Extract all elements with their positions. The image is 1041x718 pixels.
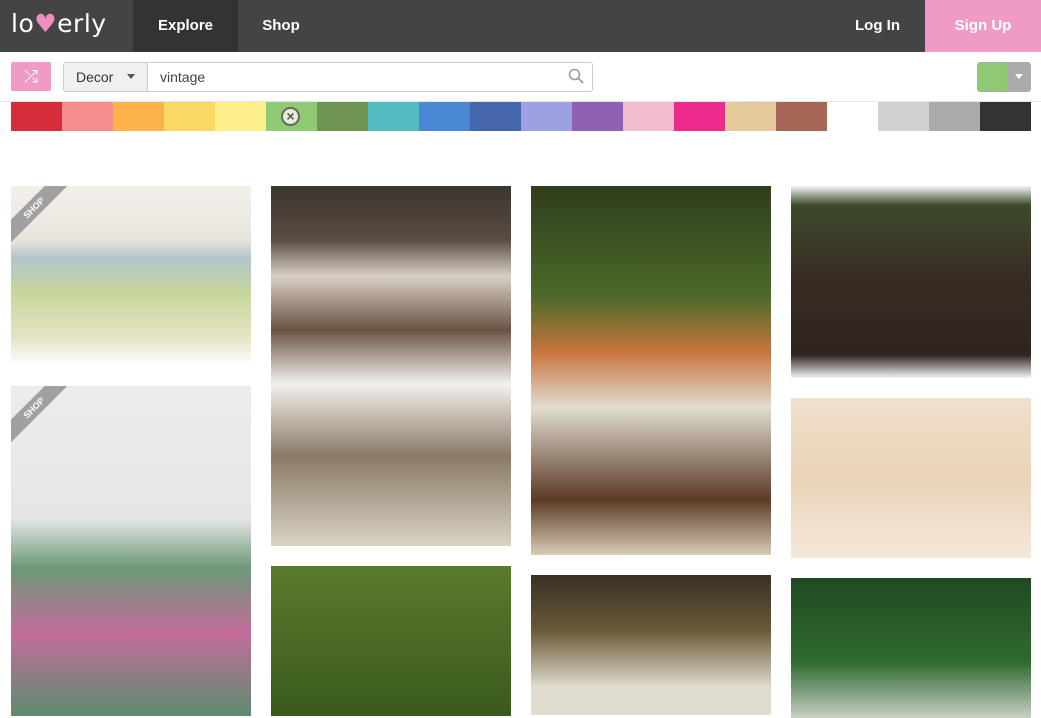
caret-down-icon <box>127 74 135 83</box>
color-swatch[interactable] <box>674 102 725 131</box>
heart-icon: ♥ <box>34 9 58 38</box>
image-tile[interactable] <box>791 578 1031 718</box>
login-link[interactable]: Log In <box>830 0 925 52</box>
color-swatch[interactable] <box>725 102 776 131</box>
color-filter-dropdown[interactable] <box>977 62 1031 92</box>
search-icon[interactable] <box>568 68 584 84</box>
color-swatch[interactable]: × <box>266 102 317 131</box>
nav-shop[interactable]: Shop <box>238 0 324 52</box>
shuffle-button[interactable]: ⤮ <box>11 62 51 91</box>
color-swatch[interactable] <box>62 102 113 131</box>
image-tile[interactable] <box>791 186 1031 378</box>
top-navbar: lo♥erly Explore Shop Log In Sign Up <box>0 0 1041 52</box>
color-swatches: × <box>11 102 1031 131</box>
search-box: Decor vintage <box>63 62 593 92</box>
color-swatch[interactable] <box>623 102 674 131</box>
color-swatch[interactable] <box>929 102 980 131</box>
color-swatch[interactable] <box>521 102 572 131</box>
image-tile[interactable] <box>531 186 771 555</box>
image-tile[interactable] <box>271 186 511 546</box>
dropdown-toggle[interactable] <box>1007 63 1030 91</box>
color-swatch[interactable] <box>572 102 623 131</box>
color-swatch[interactable] <box>776 102 827 131</box>
color-swatch[interactable] <box>113 102 164 131</box>
lovely-logo[interactable]: lo♥erly <box>11 9 107 38</box>
category-label: Decor <box>76 69 114 85</box>
color-swatch[interactable] <box>164 102 215 131</box>
image-tile[interactable]: SHOP <box>11 186 251 366</box>
image-tile[interactable] <box>271 566 511 716</box>
shop-badge: SHOP <box>11 186 72 246</box>
logo-text-end: erly <box>57 9 107 38</box>
color-swatch[interactable] <box>470 102 521 131</box>
color-swatch[interactable] <box>368 102 419 131</box>
image-tile[interactable]: SHOP <box>11 386 251 716</box>
nav-explore[interactable]: Explore <box>133 0 238 52</box>
color-swatch[interactable] <box>317 102 368 131</box>
category-dropdown[interactable]: Decor <box>64 63 148 91</box>
color-swatch[interactable] <box>878 102 929 131</box>
color-swatch[interactable] <box>980 102 1031 131</box>
selected-color-swatch <box>978 63 1007 91</box>
logo-text: lo <box>11 9 35 38</box>
image-tile[interactable] <box>531 575 771 715</box>
color-swatch[interactable] <box>419 102 470 131</box>
signup-button[interactable]: Sign Up <box>925 0 1041 52</box>
color-swatch[interactable] <box>827 102 878 131</box>
color-swatch[interactable] <box>11 102 62 131</box>
search-input[interactable]: vintage <box>160 63 205 91</box>
shuffle-icon: ⤮ <box>24 67 38 86</box>
image-tile[interactable] <box>791 398 1031 558</box>
clear-color-icon[interactable]: × <box>281 107 300 126</box>
caret-down-icon <box>1015 74 1023 83</box>
color-swatch[interactable] <box>215 102 266 131</box>
shop-badge: SHOP <box>11 386 72 446</box>
